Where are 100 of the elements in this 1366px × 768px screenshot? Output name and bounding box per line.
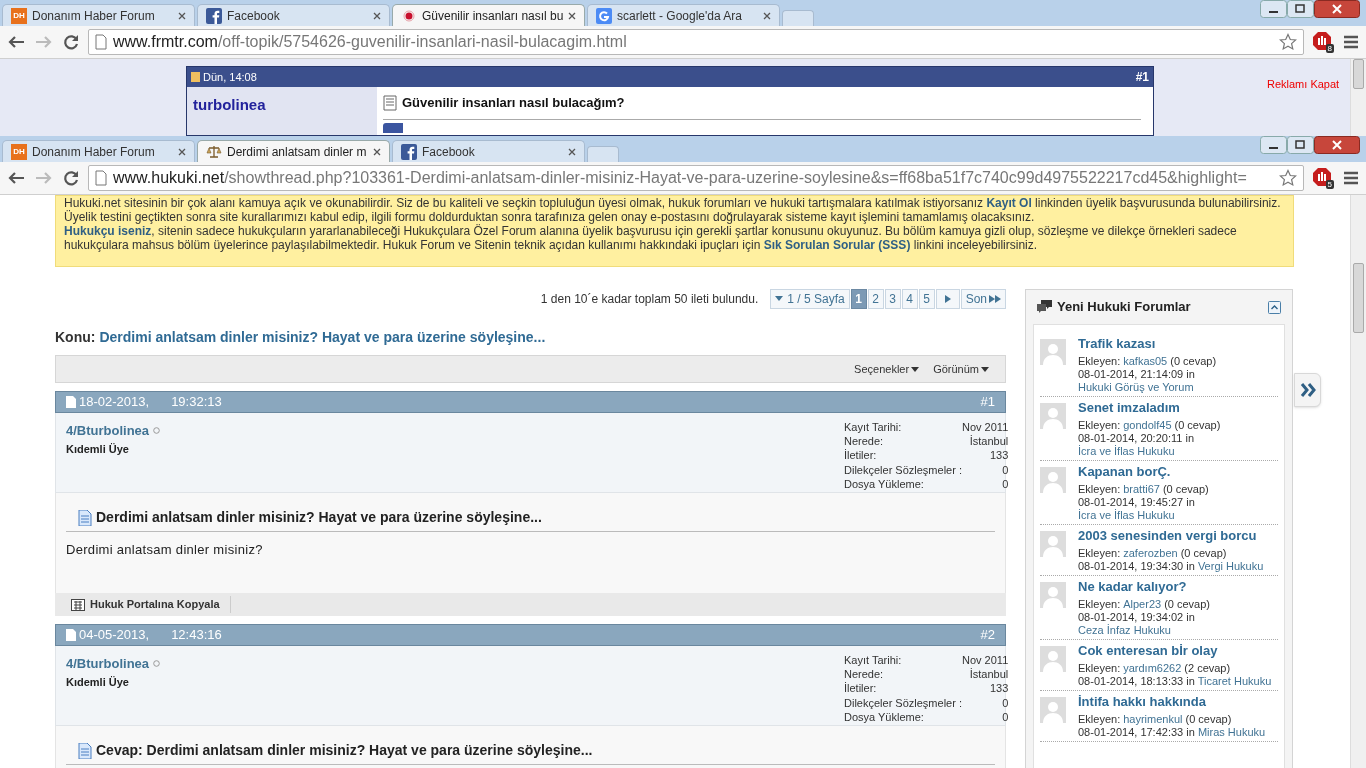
close-icon[interactable] bbox=[568, 147, 576, 156]
thread-link[interactable]: İntifa hakkı hakkında bbox=[1078, 694, 1278, 710]
close-icon[interactable] bbox=[1314, 0, 1360, 18]
thread-link[interactable]: Senet imzaladım bbox=[1078, 400, 1278, 416]
author-link[interactable]: yardım6262 bbox=[1123, 662, 1182, 674]
post-date: 08-01-2014, 21:14:09 in bbox=[1078, 368, 1195, 380]
toolbar-menu[interactable]: Görünüm bbox=[933, 360, 989, 378]
browser-tab[interactable]: Güvenilir insanları nasıl bu bbox=[392, 4, 585, 26]
close-icon[interactable] bbox=[763, 11, 771, 20]
minimize-icon[interactable] bbox=[1260, 0, 1287, 18]
menu-icon[interactable] bbox=[1342, 170, 1360, 186]
username[interactable]: 4/Bturbolinea bbox=[66, 654, 150, 674]
thread-link[interactable]: 2003 senesinden vergi borcu bbox=[1078, 528, 1278, 544]
star-icon[interactable] bbox=[1279, 169, 1297, 187]
minimize-icon[interactable] bbox=[1260, 136, 1287, 154]
collapse-icon[interactable] bbox=[1268, 300, 1281, 314]
post-title: Derdimi anlatsam dinler misiniz? Hayat ve para üzerine söyleşine... bbox=[96, 508, 542, 527]
chat-bubbles-icon bbox=[1037, 300, 1053, 314]
reply-count: (0 cevap) bbox=[1170, 355, 1217, 367]
author-link[interactable]: zaferozben bbox=[1123, 547, 1178, 559]
forum-link[interactable]: Ticaret Hukuku bbox=[1197, 675, 1272, 687]
forum-link[interactable]: Ceza İnfaz Hukuku bbox=[1078, 624, 1171, 636]
address-bar[interactable]: www.hukuki.net/showthread.php?103361-Derdimi-anlatsam-dinler-misiniz-Hayat-ve-para-uzerine-soylesine&s=ff68ba51f7c740c99d4975522217cd45&highlight= bbox=[88, 165, 1304, 191]
offline-status-icon bbox=[153, 427, 161, 435]
last-page-button[interactable]: Son bbox=[960, 289, 1006, 309]
stat-value: İstanbul bbox=[968, 435, 1009, 450]
stat-value: 0 bbox=[1001, 710, 1009, 725]
back-icon[interactable] bbox=[6, 170, 26, 186]
close-icon[interactable] bbox=[178, 147, 186, 156]
avatar-icon bbox=[1040, 467, 1066, 493]
reload-icon[interactable] bbox=[62, 169, 80, 187]
stat-label: İletiler: bbox=[844, 682, 878, 697]
post-time: 19:32:13 bbox=[171, 393, 223, 412]
close-icon[interactable] bbox=[1314, 136, 1360, 154]
next-page-button[interactable] bbox=[935, 289, 960, 309]
browser-tab[interactable]: DH Donanım Haber Forum bbox=[2, 140, 195, 162]
author-link[interactable]: gondolf45 bbox=[1123, 419, 1172, 431]
avatar-icon bbox=[1040, 339, 1066, 365]
stop-hand-icon[interactable] bbox=[1312, 167, 1332, 187]
back-icon[interactable] bbox=[6, 34, 26, 50]
close-icon[interactable] bbox=[373, 147, 381, 156]
forum-link[interactable]: Miras Hukuku bbox=[1197, 726, 1266, 738]
caret-icon bbox=[775, 296, 784, 302]
page-button[interactable]: 1 bbox=[850, 289, 867, 309]
sidebar-title: Yeni Hukuki Forumlar bbox=[1057, 298, 1192, 317]
page-button[interactable]: 5 bbox=[918, 289, 935, 309]
scrollbar-thumb[interactable] bbox=[1353, 59, 1364, 89]
page-icon bbox=[95, 170, 107, 186]
post-date: 08-01-2014, 20:20:11 in bbox=[1078, 432, 1194, 444]
page-button[interactable]: 4 bbox=[901, 289, 918, 309]
author-link[interactable]: kafkas05 bbox=[1123, 355, 1168, 367]
forum-link[interactable]: Vergi Hukuku bbox=[1197, 560, 1264, 572]
stat-label: Nerede: bbox=[844, 435, 885, 449]
maximize-icon[interactable] bbox=[1287, 136, 1314, 154]
browser-tab[interactable]: DH Donanım Haber Forum bbox=[2, 4, 195, 26]
forum-link[interactable]: Hukuki Görüş ve Yorum bbox=[1078, 381, 1194, 393]
close-ad-link[interactable]: Reklamı Kapat bbox=[1267, 76, 1340, 93]
expand-sidebar-button[interactable] bbox=[1294, 373, 1321, 407]
page-button[interactable]: 2 bbox=[867, 289, 884, 309]
user-rank: Kıdemli Üye bbox=[66, 441, 130, 457]
thread-link[interactable]: Ne kadar kalıyor? bbox=[1078, 579, 1278, 595]
avatar-icon bbox=[1040, 646, 1066, 672]
browser-tab[interactable]: Derdimi anlatsam dinler m bbox=[197, 140, 390, 162]
author-link[interactable]: Alper23 bbox=[1123, 598, 1162, 610]
toolbar-menu[interactable]: Seçenekler bbox=[854, 360, 920, 378]
browser-tab[interactable]: scarlett - Google'da Ara bbox=[587, 4, 780, 26]
menu-icon[interactable] bbox=[1342, 34, 1360, 50]
posted-by-label: Ekleyen: bbox=[1078, 355, 1121, 367]
author-link[interactable]: hayrimenkul bbox=[1123, 713, 1183, 725]
thread-title-link[interactable]: Derdimi anlatsam dinler misiniz? Hayat ve para üzerine söyleşine... bbox=[99, 329, 546, 345]
close-icon[interactable] bbox=[373, 11, 381, 20]
post-date: Dün, 14:08 bbox=[203, 69, 258, 85]
thread-link[interactable]: Trafik kazası bbox=[1078, 336, 1278, 352]
stat-label: Nerede: bbox=[844, 668, 885, 682]
stop-hand-icon[interactable] bbox=[1312, 31, 1332, 51]
forum-link[interactable]: İcra ve İflas Hukuku bbox=[1078, 445, 1175, 457]
posted-by-label: Ekleyen: bbox=[1078, 662, 1121, 674]
browser-tab[interactable]: Facebook bbox=[392, 140, 585, 162]
reload-icon[interactable] bbox=[62, 33, 80, 51]
username[interactable]: turbolinea bbox=[193, 96, 266, 113]
scrollbar-thumb[interactable] bbox=[1353, 263, 1364, 333]
star-icon[interactable] bbox=[1279, 33, 1297, 51]
forum-link[interactable]: İcra ve İflas Hukuku bbox=[1078, 509, 1175, 521]
browser-tab[interactable]: Facebook bbox=[197, 4, 390, 26]
stat-value: Nov 2011 bbox=[962, 654, 1009, 668]
close-icon[interactable] bbox=[178, 11, 186, 20]
thread-link[interactable]: Cok enteresan bİr olay bbox=[1078, 643, 1278, 659]
scales-icon bbox=[206, 143, 222, 160]
copy-to-portal-button[interactable]: Hukuk Portalına Kopyala bbox=[71, 596, 231, 613]
page-select[interactable]: 1 / 5 Sayfa bbox=[770, 289, 850, 309]
address-bar[interactable]: www.frmtr.com/off-topik/5754626-guvenilir-insanlari-nasil-bulacagim.html bbox=[88, 29, 1304, 55]
post-icon bbox=[66, 396, 76, 408]
username[interactable]: 4/Bturbolinea bbox=[66, 421, 150, 441]
post-date: 08-01-2014, 19:45:27 in bbox=[1078, 496, 1195, 508]
page-button[interactable]: 3 bbox=[884, 289, 901, 309]
author-link[interactable]: bratti67 bbox=[1123, 483, 1160, 495]
maximize-icon[interactable] bbox=[1287, 0, 1314, 18]
thread-link[interactable]: Kapanan borÇ. bbox=[1078, 464, 1278, 480]
close-icon[interactable] bbox=[568, 11, 576, 20]
post-number[interactable]: #1 bbox=[1135, 68, 1149, 86]
